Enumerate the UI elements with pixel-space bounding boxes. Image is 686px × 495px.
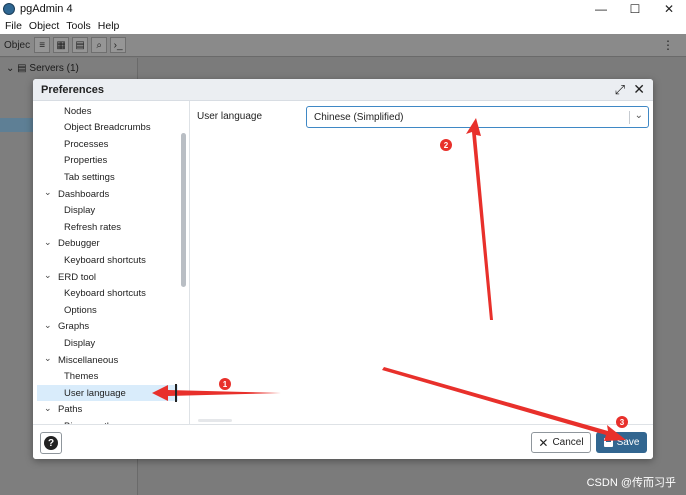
nav-item-user-language[interactable]: User language [37, 385, 178, 402]
nav-item-label: ERD tool [58, 271, 97, 283]
menu-help[interactable]: Help [98, 20, 120, 32]
nav-item-graphs[interactable]: ⌄ Graphs [33, 319, 178, 335]
nav-item-miscellaneous[interactable]: ⌄ Miscellaneous [33, 352, 178, 368]
nav-item-processes[interactable]: Processes [33, 136, 178, 152]
nav-item-label: Processes [64, 138, 109, 150]
help-icon: ? [44, 436, 58, 450]
nav-item-object-breadcrumbs[interactable]: Object Breadcrumbs [33, 120, 178, 136]
nav-item-options[interactable]: Options [33, 302, 178, 318]
tree-selection [0, 118, 36, 132]
nav-item-label: Dashboards [58, 188, 110, 200]
window-titlebar: pgAdmin 4 — ☐ ✕ [0, 0, 686, 17]
close-window-icon[interactable]: ✕ [652, 0, 686, 17]
menu-file[interactable]: File [5, 20, 22, 32]
maximize-icon[interactable]: ☐ [618, 0, 652, 17]
nav-item-display[interactable]: Display [33, 335, 178, 351]
dialog-title: Preferences [41, 84, 104, 96]
nav-item-dashboards[interactable]: ⌄ Dashboards [33, 186, 178, 202]
chevron-down-icon[interactable]: ⌄ [44, 320, 52, 331]
menu-tools[interactable]: Tools [66, 20, 91, 32]
nav-item-label: Object Breadcrumbs [64, 122, 151, 134]
nav-item-keyboard-shortcuts[interactable]: Keyboard shortcuts [33, 252, 178, 268]
menu-bar: File Object Tools Help [0, 17, 686, 34]
chevron-down-icon[interactable]: ⌄ [44, 353, 52, 364]
chevron-down-icon[interactable]: ⌄ [44, 403, 52, 414]
close-icon[interactable]: ✕ [633, 81, 645, 98]
more-options-icon[interactable]: ⋮ [662, 38, 674, 52]
nav-item-label: Debugger [58, 238, 100, 250]
close-icon: ✕ [538, 435, 549, 450]
nav-item-themes[interactable]: Themes [33, 369, 178, 385]
database-icon[interactable]: ≡ [34, 37, 51, 53]
preferences-content: User language Chinese (Simplified) ⌄ [190, 101, 653, 424]
save-button[interactable]: Save [596, 432, 647, 453]
window-controls: — ☐ ✕ [584, 0, 686, 17]
preferences-nav-tree: Nodes Object Breadcrumbs Processes Properti… [33, 101, 189, 424]
nav-item-label: Miscellaneous [58, 354, 119, 366]
filter-table-icon[interactable]: ▤ [72, 37, 89, 53]
nav-item-label: User language [64, 387, 126, 399]
user-language-select[interactable]: Chinese (Simplified) ⌄ [306, 106, 649, 128]
content-scrollbar[interactable] [198, 419, 232, 422]
chevron-down-icon[interactable]: ⌄ [635, 110, 643, 121]
terminal-icon[interactable]: ›_ [110, 37, 127, 53]
browser-toolbar: Objec ≡ ▦ ▤ ⌕ ›_ ⋮ [0, 34, 686, 57]
save-label: Save [616, 437, 640, 448]
nav-item-properties[interactable]: Properties [33, 153, 178, 169]
chevron-down-icon[interactable]: ⌄ [44, 187, 52, 198]
nav-item-label: Themes [64, 371, 99, 383]
nav-item-label: Refresh rates [64, 221, 122, 233]
tree-servers-node[interactable]: ⌄ ▤ Servers (1) [6, 63, 79, 74]
nav-item-label: Paths [58, 404, 83, 416]
nav-scrollbar-thumb[interactable] [181, 133, 186, 287]
nav-item-refresh-rates[interactable]: Refresh rates [33, 219, 178, 235]
minimize-icon[interactable]: — [584, 0, 618, 17]
dialog-header: Preferences ⤢ ✕ [33, 79, 653, 101]
nav-item-display[interactable]: Display [33, 203, 178, 219]
select-separator [629, 111, 630, 124]
preferences-dialog: Preferences ⤢ ✕ Nodes Object Breadcrumbs P… [33, 79, 653, 459]
object-explorer-label: Objec [4, 39, 31, 51]
nav-item-label: Display [64, 337, 96, 349]
menu-object[interactable]: Object [29, 20, 59, 32]
nav-item-label: Keyboard shortcuts [64, 288, 146, 300]
nav-item-erd-tool[interactable]: ⌄ ERD tool [33, 269, 178, 285]
chevron-down-icon: ⌄ [6, 63, 15, 74]
search-icon[interactable]: ⌕ [91, 37, 108, 53]
watermark: CSDN @传而习乎 [586, 477, 676, 489]
nav-item-label: Keyboard shortcuts [64, 254, 146, 266]
window-title: pgAdmin 4 [20, 2, 73, 15]
save-disk-icon [603, 438, 613, 447]
cancel-button[interactable]: ✕ Cancel [531, 432, 591, 453]
nav-item-tab-settings[interactable]: Tab settings [33, 169, 178, 185]
nav-item-label: Display [64, 205, 96, 217]
nav-item-label: Properties [64, 155, 108, 167]
nav-item-debugger[interactable]: ⌄ Debugger [33, 236, 178, 252]
nav-item-label: Tab settings [64, 171, 115, 183]
cancel-label: Cancel [552, 437, 584, 448]
nav-item-paths[interactable]: ⌄ Paths [33, 402, 178, 418]
grid-icon[interactable]: ▦ [53, 37, 70, 53]
nav-item-label: Graphs [58, 321, 90, 333]
chevron-down-icon[interactable]: ⌄ [44, 237, 52, 248]
dialog-footer: ? ✕ Cancel Save [33, 424, 653, 459]
user-language-label: User language [197, 111, 263, 122]
pgadmin-logo-icon [3, 2, 15, 15]
nav-item-label: Nodes [64, 105, 92, 117]
server-group-icon: ▤ [17, 63, 30, 74]
user-language-value: Chinese (Simplified) [314, 112, 404, 123]
nav-item-label: Options [64, 304, 97, 316]
expand-icon[interactable]: ⤢ [615, 82, 625, 98]
nav-item-nodes[interactable]: Nodes [33, 103, 178, 119]
chevron-down-icon[interactable]: ⌄ [44, 270, 52, 281]
tree-servers-label: Servers (1) [29, 63, 79, 74]
nav-item-keyboard-shortcuts[interactable]: Keyboard shortcuts [33, 286, 178, 302]
help-button[interactable]: ? [40, 432, 62, 454]
